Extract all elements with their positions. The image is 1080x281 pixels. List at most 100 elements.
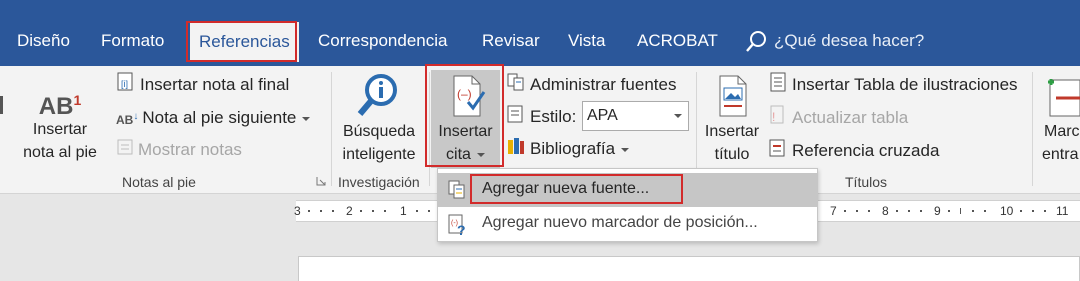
ruler-dot	[384, 210, 386, 212]
smart-lookup-label-2: inteligente	[342, 146, 416, 163]
insert-caption-label-1: Insertar	[704, 123, 760, 140]
citation-style-select[interactable]: APA	[582, 101, 689, 131]
ruler-number: 11	[1056, 204, 1069, 218]
tab-format[interactable]: Formato	[101, 18, 164, 64]
ribbon-tab-bar: Diseño Formato Referencias Correspondenc…	[0, 0, 1080, 66]
ruler-dot	[908, 210, 910, 212]
document-page[interactable]	[298, 256, 1080, 281]
update-table-icon: !	[768, 105, 788, 132]
tell-me-placeholder: ¿Qué desea hacer?	[774, 31, 925, 50]
insert-endnote-label: Insertar nota al final	[140, 74, 290, 94]
style-icon	[506, 104, 526, 131]
smart-lookup-button[interactable]: Búsqueda inteligente	[337, 72, 421, 166]
smart-lookup-label-1: Búsqueda	[342, 123, 416, 140]
svg-text:!: !	[772, 110, 775, 124]
group-separator	[1032, 72, 1033, 186]
manage-sources-button[interactable]: Administrar fuentes	[506, 72, 676, 96]
insert-table-of-figures-label: Insertar Tabla de ilustraciones	[792, 74, 1018, 94]
next-footnote-button[interactable]: AB↓ Nota al pie siguiente	[116, 105, 311, 129]
add-source-icon	[445, 179, 469, 206]
ruler-dot	[428, 210, 430, 212]
footnote-icon: AB1	[22, 82, 98, 120]
ruler-number: 10	[1000, 204, 1014, 218]
magnifier-icon	[337, 72, 421, 120]
next-footnote-label: Nota al pie siguiente	[142, 107, 297, 127]
add-placeholder-icon: (-)?	[445, 213, 469, 242]
insert-endnote-button[interactable]: [i] Insertar nota al final	[116, 72, 289, 96]
ruler-dot	[984, 210, 986, 212]
update-table-label: Actualizar tabla	[792, 107, 909, 127]
mark-entry-button[interactable]: Marc entra	[1040, 72, 1080, 166]
insert-caption-button[interactable]: Insertar título	[701, 72, 763, 166]
style-label: Estilo:	[530, 106, 577, 126]
add-new-placeholder-item[interactable]: (-)? Agregar nuevo marcador de posición.…	[438, 207, 817, 241]
cross-reference-label: Referencia cruzada	[792, 140, 940, 160]
ruler-dot	[972, 210, 974, 212]
ruler-dot	[856, 210, 858, 212]
cross-reference-icon	[768, 138, 788, 165]
tab-review[interactable]: Revisar	[482, 18, 540, 64]
ruler-number: 3	[294, 204, 301, 218]
ruler-number: 1	[400, 204, 407, 218]
chevron-down-icon[interactable]	[302, 116, 311, 121]
dialog-launcher-icon[interactable]	[316, 176, 326, 186]
research-group-label: Investigación	[338, 174, 420, 190]
captions-group-label: Títulos	[845, 174, 888, 190]
ruler-dot	[372, 210, 374, 212]
endnote-icon: [i]	[116, 72, 136, 99]
ruler-dot	[332, 210, 334, 212]
show-notes-icon	[116, 138, 134, 163]
add-new-source-highlight	[470, 174, 683, 204]
bibliography-label: Bibliografía	[530, 138, 616, 158]
ruler-dot	[360, 210, 362, 212]
ruler-dot	[1020, 210, 1022, 212]
svg-text:[i]: [i]	[121, 79, 128, 89]
bibliography-button[interactable]: Bibliografía	[506, 136, 630, 163]
show-notes-button: Mostrar notas	[116, 138, 242, 162]
footnote-icon-sup: 1	[73, 92, 82, 108]
bibliography-icon	[506, 136, 526, 163]
footnotes-group-label: Notas al pie	[122, 174, 196, 190]
ruler-dot	[1032, 210, 1034, 212]
update-table-button: ! Actualizar tabla	[768, 105, 908, 129]
ruler-number: 9	[934, 204, 941, 218]
ruler-dot	[1044, 210, 1046, 212]
manage-sources-label: Administrar fuentes	[530, 74, 677, 94]
tab-design[interactable]: Diseño	[17, 18, 70, 64]
ruler-dot	[948, 210, 950, 212]
svg-text:?: ?	[457, 222, 466, 237]
chevron-down-icon[interactable]	[674, 114, 682, 118]
partial-left-icon	[0, 96, 3, 114]
tab-acrobat[interactable]: ACROBAT	[637, 18, 718, 64]
table-of-figures-icon	[768, 72, 788, 99]
ruler-number: 8	[882, 204, 889, 218]
cross-reference-button[interactable]: Referencia cruzada	[768, 138, 939, 162]
chevron-down-icon[interactable]	[621, 147, 630, 152]
footnote-icon-text: AB	[38, 93, 74, 120]
group-separator	[331, 72, 332, 186]
mark-entry-icon	[1040, 72, 1080, 120]
tab-view[interactable]: Vista	[568, 18, 606, 64]
ruler-dot	[844, 210, 846, 212]
insert-table-of-figures-button[interactable]: Insertar Tabla de ilustraciones	[768, 72, 1018, 96]
insert-footnote-button[interactable]: AB1 Insertar nota al pie	[22, 82, 98, 164]
tab-mailings[interactable]: Correspondencia	[318, 18, 447, 64]
manage-sources-icon	[506, 72, 526, 99]
next-footnote-icon: AB↓	[116, 111, 139, 127]
insert-citation-highlight	[425, 64, 504, 167]
ruler-dot	[920, 210, 922, 212]
ruler-number: 2	[346, 204, 353, 218]
style-row: Estilo:	[506, 104, 576, 128]
insert-caption-label-2: título	[714, 146, 750, 163]
ruler-tick	[960, 208, 961, 214]
ruler-number: 7	[830, 204, 837, 218]
show-notes-label: Mostrar notas	[138, 140, 242, 159]
citation-style-value: APA	[587, 107, 618, 124]
caption-icon	[701, 72, 763, 120]
mark-entry-label-2: entra	[1042, 146, 1079, 163]
lightbulb-icon	[746, 31, 766, 52]
references-tab-highlight	[186, 21, 297, 62]
ruler-dot	[308, 210, 310, 212]
mark-entry-label-1: Marc	[1044, 123, 1080, 140]
ruler-dot	[896, 210, 898, 212]
